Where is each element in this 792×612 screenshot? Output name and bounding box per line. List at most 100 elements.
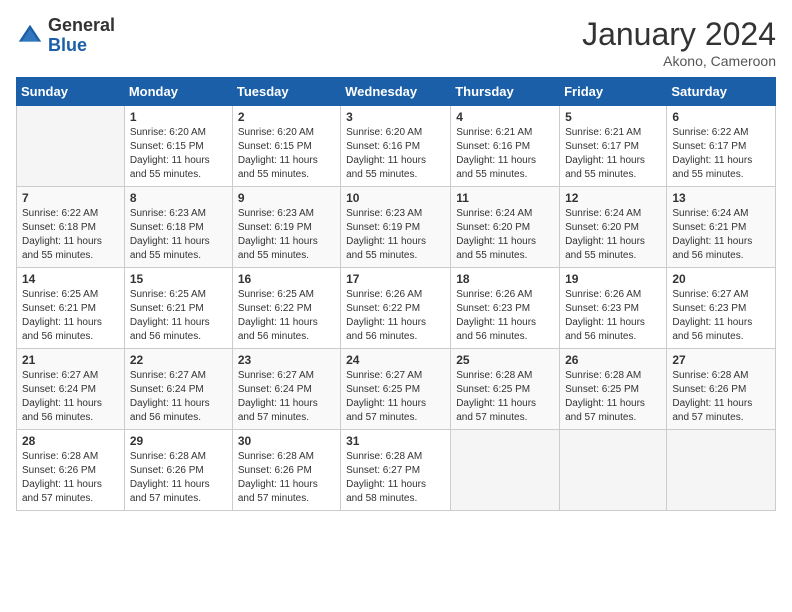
calendar-cell: 5Sunrise: 6:21 AM Sunset: 6:17 PM Daylig… — [560, 106, 667, 187]
calendar-cell: 13 Sunrise: 6:24 AM Sunset: 6:21 PM Dayli… — [667, 187, 776, 268]
day-number: 15 — [130, 272, 227, 286]
day-number: 13 — [672, 191, 770, 205]
calendar-week-row: 7 Sunrise: 6:22 AM Sunset: 6:18 PM Daylig… — [17, 187, 776, 268]
title-area: January 2024 Akono, Cameroon — [582, 16, 776, 69]
day-number: 11 — [456, 191, 554, 205]
weekday-header-wednesday: Wednesday — [341, 78, 451, 106]
location: Akono, Cameroon — [582, 53, 776, 69]
day-number: 26 — [565, 353, 661, 367]
day-info: Sunrise: 6:24 AM Sunset: 6:20 PM Dayligh… — [456, 207, 554, 263]
calendar-cell: 30Sunrise: 6:28 AM Sunset: 6:26 PM Dayli… — [232, 430, 340, 511]
calendar-cell — [17, 106, 125, 187]
day-number: 29 — [130, 434, 227, 448]
day-info: Sunrise: 6:23 AM Sunset: 6:18 PM Dayligh… — [130, 207, 227, 263]
calendar-cell: 18 Sunrise: 6:26 AM Sunset: 6:23 PM Dayli… — [451, 268, 560, 349]
day-info: Sunrise: 6:20 AM Sunset: 6:16 PM Dayligh… — [346, 126, 445, 182]
calendar-week-row: 14 Sunrise: 6:25 AM Sunset: 6:21 PM Dayli… — [17, 268, 776, 349]
weekday-header-monday: Monday — [124, 78, 232, 106]
day-info: Sunrise: 6:20 AM Sunset: 6:15 PM Dayligh… — [238, 126, 335, 182]
calendar-cell: 12Sunrise: 6:24 AM Sunset: 6:20 PM Dayli… — [560, 187, 667, 268]
calendar-cell — [667, 430, 776, 511]
day-info: Sunrise: 6:26 AM Sunset: 6:23 PM Dayligh… — [565, 288, 661, 344]
calendar-cell: 21 Sunrise: 6:27 AM Sunset: 6:24 PM Dayli… — [17, 349, 125, 430]
day-number: 24 — [346, 353, 445, 367]
page-header: General Blue January 2024 Akono, Cameroo… — [16, 16, 776, 69]
calendar-cell: 31 Sunrise: 6:28 AM Sunset: 6:27 PM Dayli… — [341, 430, 451, 511]
day-info: Sunrise: 6:27 AM Sunset: 6:24 PM Dayligh… — [238, 369, 335, 425]
day-info: Sunrise: 6:27 AM Sunset: 6:24 PM Dayligh… — [22, 369, 119, 425]
day-info: Sunrise: 6:23 AM Sunset: 6:19 PM Dayligh… — [346, 207, 445, 263]
day-info: Sunrise: 6:24 AM Sunset: 6:21 PM Dayligh… — [672, 207, 770, 263]
calendar-body: 1 Sunrise: 6:20 AM Sunset: 6:15 PM Daylig… — [17, 106, 776, 511]
day-number: 8 — [130, 191, 227, 205]
day-info: Sunrise: 6:28 AM Sunset: 6:25 PM Dayligh… — [456, 369, 554, 425]
calendar-cell: 24 Sunrise: 6:27 AM Sunset: 6:25 PM Dayli… — [341, 349, 451, 430]
day-info: Sunrise: 6:27 AM Sunset: 6:25 PM Dayligh… — [346, 369, 445, 425]
day-number: 10 — [346, 191, 445, 205]
calendar-cell: 7 Sunrise: 6:22 AM Sunset: 6:18 PM Daylig… — [17, 187, 125, 268]
day-info: Sunrise: 6:20 AM Sunset: 6:15 PM Dayligh… — [130, 126, 227, 182]
calendar-cell: 1 Sunrise: 6:20 AM Sunset: 6:15 PM Daylig… — [124, 106, 232, 187]
calendar-cell: 9 Sunrise: 6:23 AM Sunset: 6:19 PM Daylig… — [232, 187, 340, 268]
day-number: 31 — [346, 434, 445, 448]
day-number: 12 — [565, 191, 661, 205]
day-number: 21 — [22, 353, 119, 367]
day-info: Sunrise: 6:26 AM Sunset: 6:22 PM Dayligh… — [346, 288, 445, 344]
day-info: Sunrise: 6:25 AM Sunset: 6:22 PM Dayligh… — [238, 288, 335, 344]
day-info: Sunrise: 6:27 AM Sunset: 6:23 PM Dayligh… — [672, 288, 770, 344]
calendar-cell: 4 Sunrise: 6:21 AM Sunset: 6:16 PM Daylig… — [451, 106, 560, 187]
day-number: 5 — [565, 110, 661, 124]
day-number: 22 — [130, 353, 227, 367]
calendar-cell: 17 Sunrise: 6:26 AM Sunset: 6:22 PM Dayli… — [341, 268, 451, 349]
calendar-cell: 25 Sunrise: 6:28 AM Sunset: 6:25 PM Dayli… — [451, 349, 560, 430]
calendar-cell: 23 Sunrise: 6:27 AM Sunset: 6:24 PM Dayli… — [232, 349, 340, 430]
calendar-cell: 22 Sunrise: 6:27 AM Sunset: 6:24 PM Dayli… — [124, 349, 232, 430]
weekday-header-tuesday: Tuesday — [232, 78, 340, 106]
day-info: Sunrise: 6:25 AM Sunset: 6:21 PM Dayligh… — [22, 288, 119, 344]
calendar-cell: 2 Sunrise: 6:20 AM Sunset: 6:15 PM Daylig… — [232, 106, 340, 187]
day-info: Sunrise: 6:21 AM Sunset: 6:16 PM Dayligh… — [456, 126, 554, 182]
day-number: 4 — [456, 110, 554, 124]
day-info: Sunrise: 6:28 AM Sunset: 6:26 PM Dayligh… — [22, 450, 119, 506]
calendar-week-row: 21 Sunrise: 6:27 AM Sunset: 6:24 PM Dayli… — [17, 349, 776, 430]
day-number: 17 — [346, 272, 445, 286]
day-number: 23 — [238, 353, 335, 367]
calendar-week-row: 1 Sunrise: 6:20 AM Sunset: 6:15 PM Daylig… — [17, 106, 776, 187]
calendar-week-row: 28Sunrise: 6:28 AM Sunset: 6:26 PM Dayli… — [17, 430, 776, 511]
day-info: Sunrise: 6:26 AM Sunset: 6:23 PM Dayligh… — [456, 288, 554, 344]
calendar-cell: 8 Sunrise: 6:23 AM Sunset: 6:18 PM Daylig… — [124, 187, 232, 268]
day-number: 14 — [22, 272, 119, 286]
calendar-table: SundayMondayTuesdayWednesdayThursdayFrid… — [16, 77, 776, 511]
calendar-cell: 26Sunrise: 6:28 AM Sunset: 6:25 PM Dayli… — [560, 349, 667, 430]
day-info: Sunrise: 6:22 AM Sunset: 6:18 PM Dayligh… — [22, 207, 119, 263]
day-info: Sunrise: 6:28 AM Sunset: 6:26 PM Dayligh… — [238, 450, 335, 506]
day-number: 27 — [672, 353, 770, 367]
day-info: Sunrise: 6:28 AM Sunset: 6:27 PM Dayligh… — [346, 450, 445, 506]
weekday-header-thursday: Thursday — [451, 78, 560, 106]
logo-general-text: General — [48, 16, 115, 36]
logo: General Blue — [16, 16, 115, 56]
weekday-header-saturday: Saturday — [667, 78, 776, 106]
calendar-cell: 14 Sunrise: 6:25 AM Sunset: 6:21 PM Dayli… — [17, 268, 125, 349]
day-info: Sunrise: 6:23 AM Sunset: 6:19 PM Dayligh… — [238, 207, 335, 263]
day-number: 9 — [238, 191, 335, 205]
day-number: 2 — [238, 110, 335, 124]
day-info: Sunrise: 6:22 AM Sunset: 6:17 PM Dayligh… — [672, 126, 770, 182]
calendar-cell: 29Sunrise: 6:28 AM Sunset: 6:26 PM Dayli… — [124, 430, 232, 511]
weekday-header-friday: Friday — [560, 78, 667, 106]
weekday-header-row: SundayMondayTuesdayWednesdayThursdayFrid… — [17, 78, 776, 106]
day-info: Sunrise: 6:25 AM Sunset: 6:21 PM Dayligh… — [130, 288, 227, 344]
day-number: 25 — [456, 353, 554, 367]
day-number: 18 — [456, 272, 554, 286]
month-title: January 2024 — [582, 16, 776, 53]
calendar-cell: 27Sunrise: 6:28 AM Sunset: 6:26 PM Dayli… — [667, 349, 776, 430]
calendar-cell: 11 Sunrise: 6:24 AM Sunset: 6:20 PM Dayli… — [451, 187, 560, 268]
day-number: 6 — [672, 110, 770, 124]
calendar-header: SundayMondayTuesdayWednesdayThursdayFrid… — [17, 78, 776, 106]
day-number: 7 — [22, 191, 119, 205]
logo-blue-text: Blue — [48, 36, 115, 56]
day-number: 1 — [130, 110, 227, 124]
day-info: Sunrise: 6:27 AM Sunset: 6:24 PM Dayligh… — [130, 369, 227, 425]
calendar-cell: 20Sunrise: 6:27 AM Sunset: 6:23 PM Dayli… — [667, 268, 776, 349]
calendar-cell — [451, 430, 560, 511]
